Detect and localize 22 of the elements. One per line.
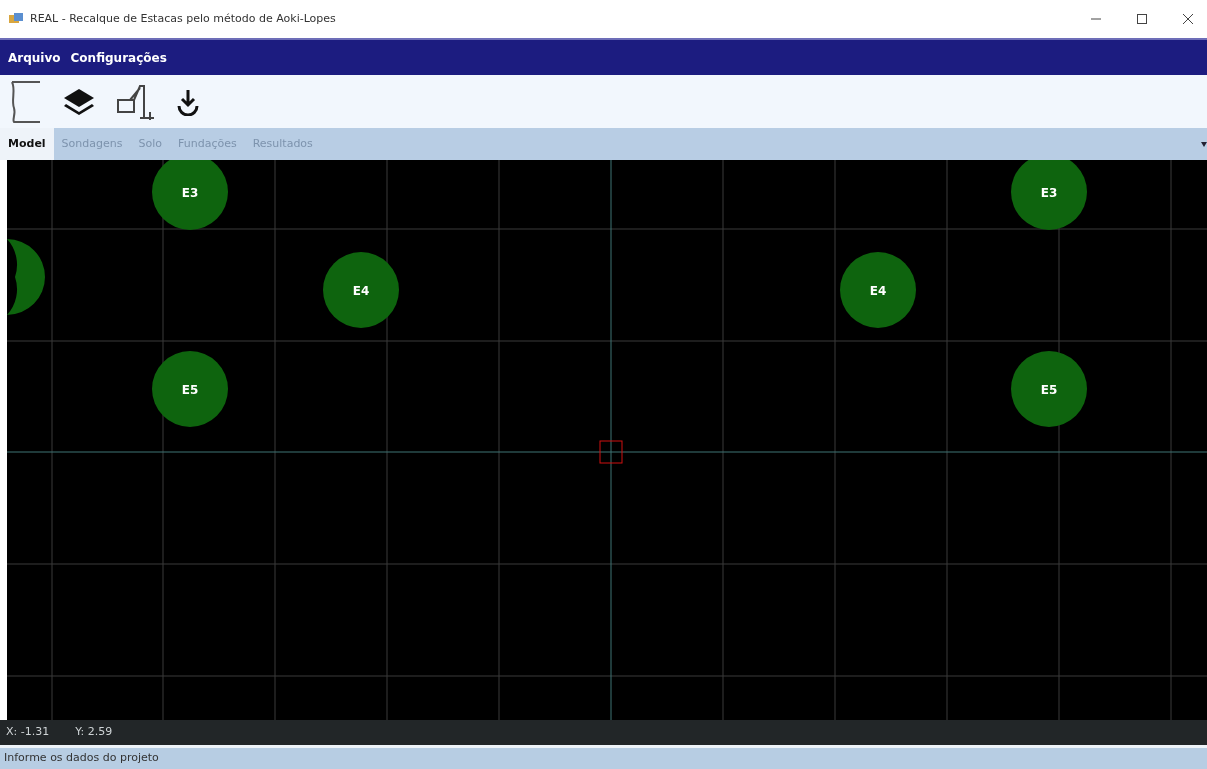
pile-marker[interactable]: E3 [152,160,228,230]
window-title: REAL - Recalque de Estacas pelo método de Aoki-Lopes [30,10,337,27]
model-canvas[interactable]: E3 E4 E5 E3 E4 E5 [7,160,1207,720]
pile-marker[interactable]: E5 [152,351,228,427]
app-icon [8,12,24,26]
y-coordinate: Y: 2.59 [75,724,113,741]
menu-item[interactable]: Arquivo [8,48,61,67]
pile-marker[interactable]: E3 [1011,160,1087,230]
dropdown-arrow-icon[interactable] [1201,141,1207,147]
menu-item[interactable]: Configurações [70,48,167,67]
status-text: Informe os dados do projeto [4,750,159,767]
tab[interactable]: Model [0,128,54,160]
profile-icon[interactable] [8,79,42,124]
x-coordinate: X: -1.31 [6,724,50,741]
pile-marker[interactable]: E4 [323,252,399,328]
pile-marker[interactable]: E4 [840,252,916,328]
cursor-marker [599,440,623,464]
pile-marker[interactable]: E5 [1011,351,1087,427]
download-icon[interactable] [176,87,200,116]
maximize-icon[interactable] [1137,14,1147,24]
layers-icon[interactable] [62,86,96,117]
close-icon[interactable] [1183,14,1193,24]
